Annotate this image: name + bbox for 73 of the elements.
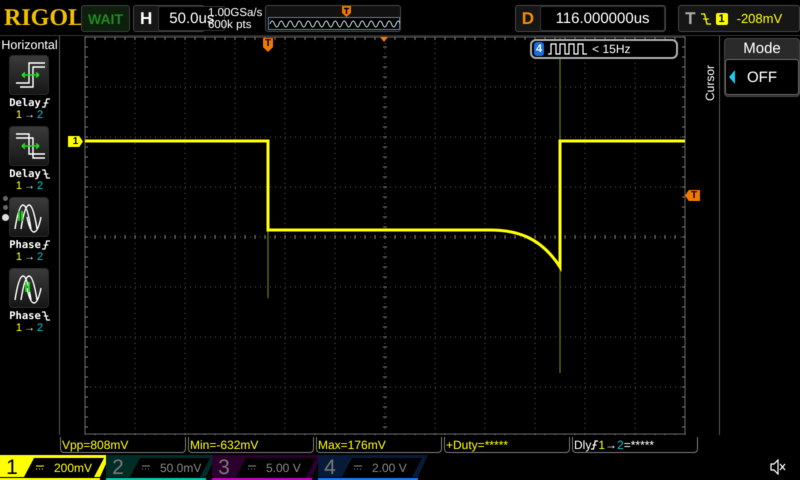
source-channel: 1 [16,109,22,122]
page-dot[interactable] [3,196,8,201]
delay-button[interactable] [9,126,50,166]
delay-label: D [520,8,536,28]
target-channel: 2 [36,251,44,264]
source-channel: 1 [16,322,22,335]
channel-number: 3 [217,456,231,480]
trigger-position-marker: T [263,38,273,52]
trigger-position-icon [342,6,351,17]
scale-value: 5.00 V [266,460,301,474]
dc-coupling-icon [142,465,150,470]
menu-title: Horizontal [1,38,58,52]
menu-label: Delay [9,97,41,109]
scale-value: 50.0mV [160,460,202,474]
timebase-label: H [139,8,154,28]
trigger-source: 1 [716,12,728,24]
dc-coupling-icon [354,465,362,470]
source-channel: 1 [16,180,22,193]
rising-edge-icon [42,240,50,250]
trigger-level-marker: T [685,190,700,201]
channel-number: 1 [5,456,19,480]
center-marker-icon [380,37,388,42]
target-channel: 2 [36,180,44,193]
measurement-readout: +Duty=***** [444,437,570,453]
source-channel: 1 [598,438,606,452]
page-dot[interactable] [3,205,8,210]
target-channel: 2 [617,438,624,452]
mode-selector[interactable]: OFF [725,59,799,95]
channel-marker: 1 [68,136,83,147]
target-channel: 2 [36,109,44,122]
rising-edge-icon [591,440,598,450]
falling-edge-icon [42,311,50,321]
menu-label: Phase [9,310,41,322]
panel-tab[interactable]: Cursor [702,65,716,101]
delay-button[interactable] [9,55,50,95]
trigger-level: -208mV [736,11,782,26]
waveform-overview-icon [268,17,400,30]
mute-icon [770,459,786,475]
channel-tab[interactable]: 4 2.00 V [318,455,428,480]
run-status: WAIT [81,5,130,32]
arrow-symbol: → [24,251,35,264]
counter-channel: 4 [534,42,544,56]
measurement-readout: Max=176mV [316,437,442,453]
falling-edge-icon [42,169,50,179]
measurement-readout: Min=-632mV [188,437,314,453]
scale-value: 200mV [54,460,92,474]
arrow-symbol: → [24,180,35,193]
source-channel: 1 [16,251,22,264]
caret-icon [729,70,735,84]
measurement-value: =***** [624,438,654,452]
scale-value: 2.00 V [372,460,407,474]
measurement-label: Dly [574,438,592,452]
arrow-symbol: → [24,109,35,122]
phase-button[interactable] [9,268,50,308]
square-wave-icon [548,42,588,56]
arrow-symbol: → [24,322,35,335]
target-channel: 2 [36,322,44,335]
phase-button[interactable] [9,197,50,237]
channel-number: 4 [323,456,337,480]
arrow-symbol: → [605,438,618,452]
dc-coupling-icon [248,465,256,470]
rising-edge-icon [42,98,50,108]
delay-value: 116.000000us [540,6,666,31]
page-dot[interactable] [2,214,9,221]
dc-coupling-icon [36,465,44,470]
menu-label: Phase [9,239,41,251]
trigger-label: T [684,8,696,28]
menu-card-title: Mode [743,40,781,57]
counter-reading: < 15Hz [592,42,630,56]
falling-edge-icon [700,12,710,24]
menu-label: Delay [9,168,41,180]
channel-number: 2 [111,456,125,480]
measurement-readout: Vpp=808mV [60,437,186,453]
